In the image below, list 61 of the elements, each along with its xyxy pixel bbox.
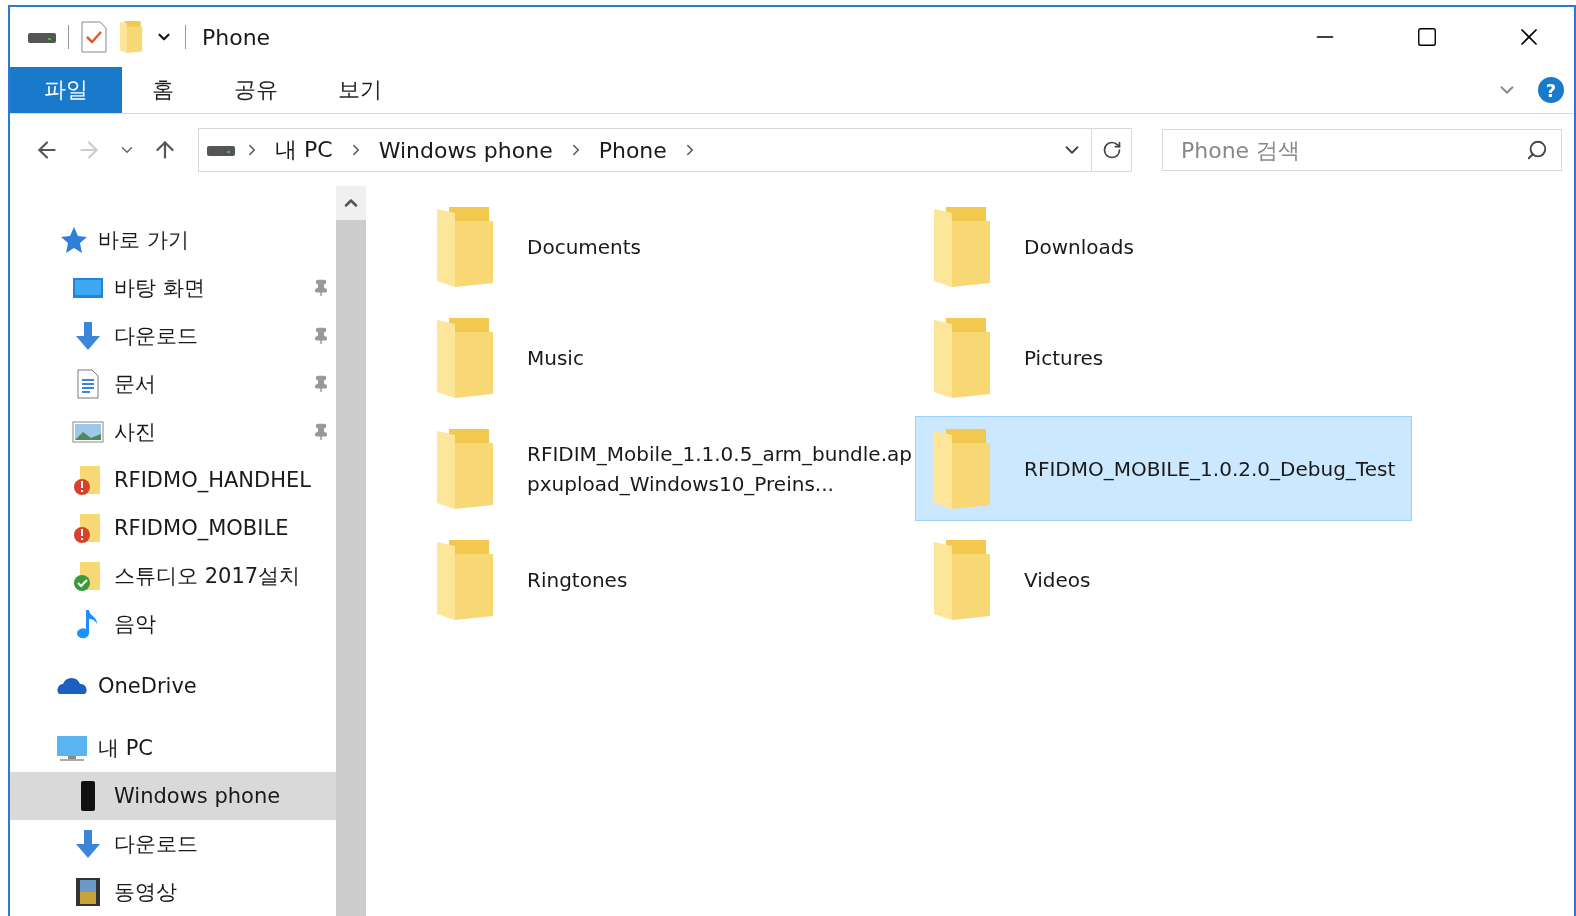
folder-name: Music xyxy=(527,344,585,372)
folder-name: RFIDMO_MOBILE_1.0.2.0_Debug_Test xyxy=(1024,455,1397,483)
sidebar-item[interactable]: 문서 xyxy=(10,360,336,408)
search-icon[interactable] xyxy=(1526,139,1548,161)
breadcrumb[interactable]: Windows phone xyxy=(372,137,559,163)
folder-icon xyxy=(435,537,495,622)
folder-name: Videos xyxy=(1024,566,1092,594)
pin-icon[interactable] xyxy=(312,375,330,393)
folder-icon xyxy=(932,315,992,400)
help-button[interactable]: ? xyxy=(1538,77,1564,103)
folder-item[interactable]: RFIDMO_MOBILE_1.0.2.0_Debug_Test xyxy=(915,416,1412,521)
folder-icon xyxy=(932,537,992,622)
scrollbar[interactable] xyxy=(336,186,366,916)
folder-icon xyxy=(435,426,495,511)
folder-item[interactable]: RFIDIM_Mobile_1.1.0.5_arm_bundle.appxupload_Windows10_Preins... xyxy=(418,416,915,521)
sidebar-item[interactable]: 스튜디오 2017설치 xyxy=(10,552,336,600)
sidebar-item[interactable]: 다운로드 xyxy=(10,820,336,868)
folder-name: Pictures xyxy=(1024,344,1105,372)
folder-icon xyxy=(932,426,992,511)
sidebar-item[interactable]: 음악 xyxy=(10,600,336,648)
maximize-icon[interactable] xyxy=(1416,26,1438,48)
sidebar-item[interactable]: 바탕 화면 xyxy=(10,264,336,312)
address-bar[interactable]: 내 PC Windows phone Phone xyxy=(198,128,1132,172)
new-folder-icon xyxy=(119,20,143,54)
drive-icon[interactable] xyxy=(28,30,56,44)
pin-icon[interactable] xyxy=(312,279,330,297)
pin-icon[interactable] xyxy=(312,327,330,345)
folder-name: Ringtones xyxy=(527,566,629,594)
sidebar-item[interactable]: 내 PC xyxy=(10,724,336,772)
sidebar-item[interactable]: 사진 xyxy=(10,408,336,456)
sidebar-item[interactable]: 동영상 xyxy=(10,868,336,916)
sidebar-item[interactable]: RFIDMO_MOBILE xyxy=(10,504,336,552)
folder-item[interactable]: Documents xyxy=(418,194,915,299)
sidebar-item[interactable]: RFIDMO_HANDHEL xyxy=(10,456,336,504)
search-field[interactable]: Phone 검색 xyxy=(1162,129,1562,171)
sidebar-item[interactable]: OneDrive xyxy=(10,662,336,710)
ribbon-tab[interactable]: 보기 xyxy=(308,67,412,113)
sidebar-item[interactable]: 바로 가기 xyxy=(10,216,336,264)
folder-icon xyxy=(435,315,495,400)
sidebar-item[interactable]: Windows phone xyxy=(10,772,336,820)
window-title: Phone xyxy=(201,24,272,50)
pin-icon[interactable] xyxy=(312,423,330,441)
sidebar-item[interactable]: 다운로드 xyxy=(10,312,336,360)
refresh-icon[interactable] xyxy=(1101,140,1122,160)
properties-icon[interactable] xyxy=(81,21,107,53)
drive-icon xyxy=(207,143,235,157)
folder-item[interactable]: Music xyxy=(418,305,915,410)
folder-name: Documents xyxy=(527,233,643,261)
folder-item[interactable]: Pictures xyxy=(915,305,1412,410)
ribbon-tab[interactable]: 파일 xyxy=(10,67,122,113)
ribbon-tab[interactable]: 홈 xyxy=(122,67,204,113)
folder-item[interactable]: Videos xyxy=(915,527,1412,632)
ribbon-tab[interactable]: 공유 xyxy=(204,67,308,113)
breadcrumb[interactable]: 내 PC xyxy=(269,135,339,165)
folder-icon xyxy=(435,204,495,289)
folder-name: Downloads xyxy=(1024,233,1135,261)
folder-name: RFIDIM_Mobile_1.1.0.5_arm_bundle.appxupload_Windows10_Preins... xyxy=(527,440,913,498)
breadcrumb[interactable]: Phone xyxy=(592,137,673,163)
folder-item[interactable]: Downloads xyxy=(915,194,1412,299)
folder-icon xyxy=(932,204,992,289)
folder-item[interactable]: Ringtones xyxy=(418,527,915,632)
